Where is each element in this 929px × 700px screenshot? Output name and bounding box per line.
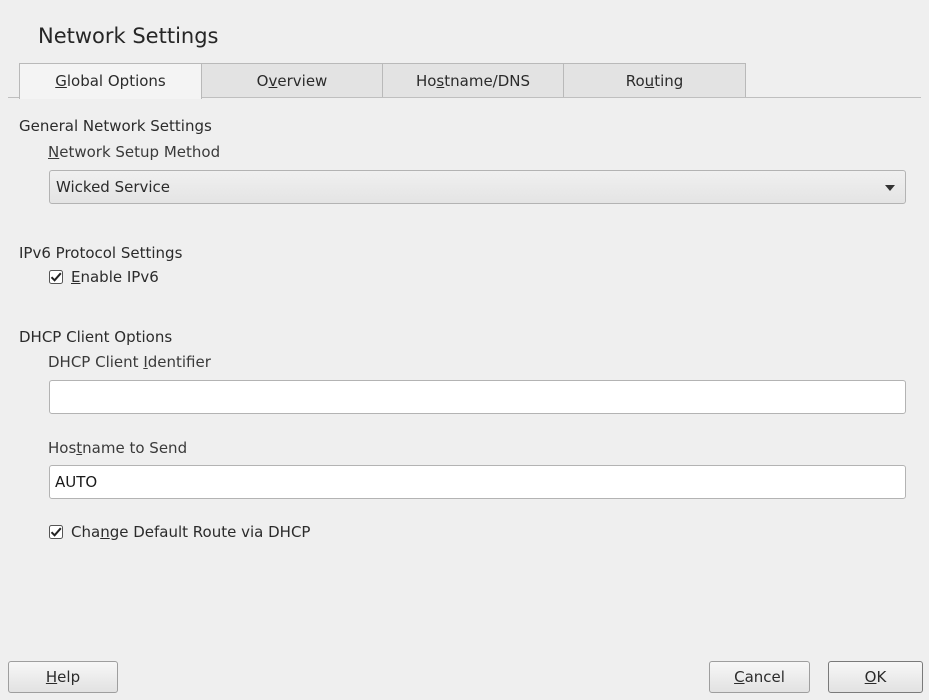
dhcp-client-identifier-label: DHCP Client Identifier bbox=[48, 353, 211, 371]
hostname-to-send-input[interactable] bbox=[49, 465, 906, 499]
tab-routing[interactable]: Routing bbox=[563, 63, 746, 97]
network-setup-method-label: Network Setup Method bbox=[48, 143, 221, 161]
tab-divider-left bbox=[8, 97, 19, 98]
chevron-down-icon bbox=[885, 185, 895, 191]
network-setup-method-select[interactable]: Wicked Service bbox=[49, 170, 906, 204]
cancel-button[interactable]: Cancel bbox=[709, 661, 810, 693]
window-title: Network Settings bbox=[38, 24, 219, 48]
help-button[interactable]: Help bbox=[8, 661, 118, 693]
enable-ipv6-label: Enable IPv6 bbox=[71, 268, 159, 286]
change-default-route-label: Change Default Route via DHCP bbox=[71, 523, 311, 541]
tab-overview[interactable]: Overview bbox=[201, 63, 383, 97]
hostname-to-send-label: Hostname to Send bbox=[48, 439, 188, 457]
mnemonic-char: G bbox=[55, 72, 67, 90]
general-network-settings-heading: General Network Settings bbox=[19, 117, 212, 135]
checkbox-checked-icon[interactable] bbox=[49, 270, 63, 284]
ok-button[interactable]: OK bbox=[828, 661, 923, 693]
network-setup-method-value: Wicked Service bbox=[56, 178, 171, 196]
mnemonic-char: u bbox=[644, 72, 655, 90]
tab-divider bbox=[202, 97, 921, 98]
dhcp-client-identifier-input[interactable] bbox=[49, 380, 906, 414]
dhcp-client-options-heading: DHCP Client Options bbox=[19, 328, 173, 346]
tab-global-options[interactable]: Global Options bbox=[19, 63, 202, 99]
tab-hostname-dns[interactable]: Hostname/DNS bbox=[382, 63, 564, 97]
checkbox-checked-icon[interactable] bbox=[49, 525, 63, 539]
ipv6-protocol-settings-heading: IPv6 Protocol Settings bbox=[19, 244, 183, 262]
